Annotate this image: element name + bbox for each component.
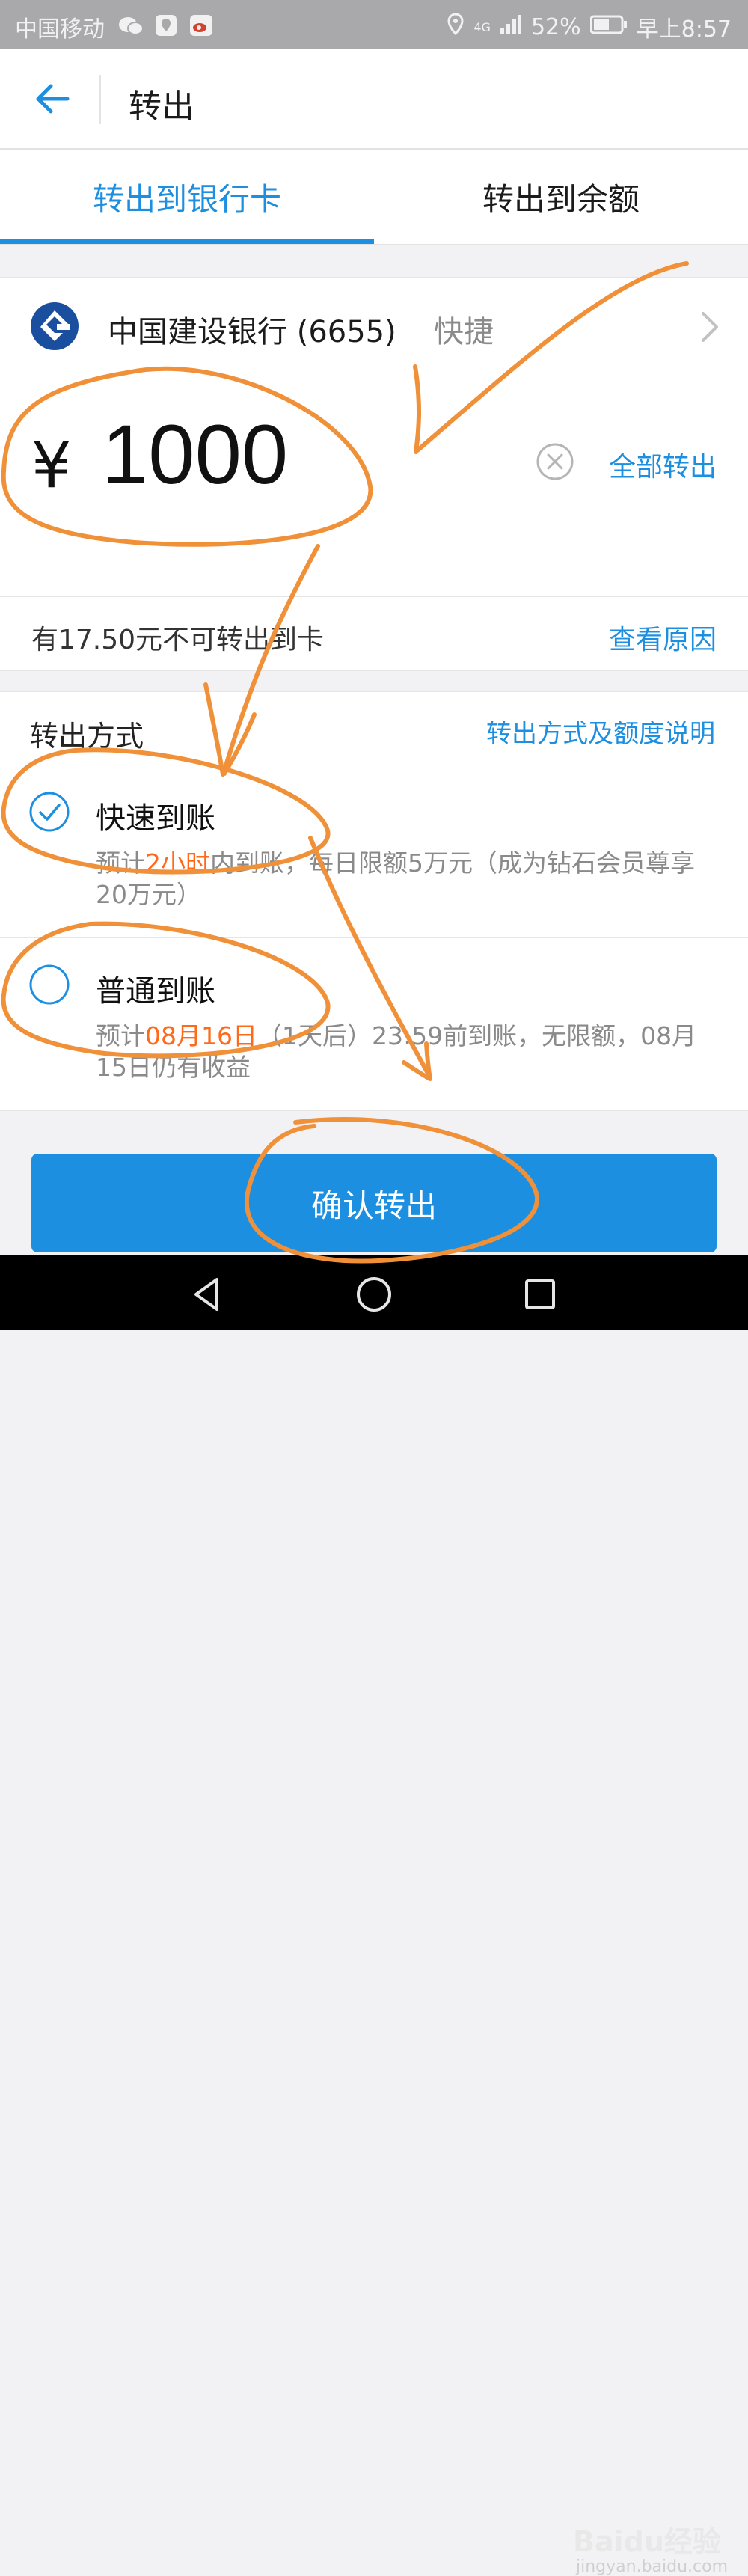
withdraw-all-link[interactable]: 全部转出	[609, 445, 717, 484]
transfer-method-header: 转出方式 转出方式及额度说明	[0, 691, 748, 766]
radio-checked-icon[interactable]	[28, 791, 70, 833]
battery-icon	[589, 14, 628, 40]
option-normal-arrival[interactable]: 普通到账 预计08月16日（1天后）23:59前到账，无限额，08月15日仍有收…	[0, 938, 748, 1111]
bank-name: 中国建设银行 (6655)	[108, 315, 396, 349]
tab-to-bank-card[interactable]: 转出到银行卡	[0, 150, 374, 244]
desc-highlight: 08月16日	[145, 1021, 257, 1050]
active-tab-indicator	[0, 239, 374, 244]
system-nav-bar: Baidu经验 jingyan.baidu.com	[0, 1255, 748, 2576]
confirm-transfer-button[interactable]: 确认转出	[31, 1154, 717, 1252]
battery-label: 52%	[530, 13, 581, 40]
bank-payment-tag: 快捷	[434, 315, 494, 349]
ccb-bank-logo-icon	[30, 302, 79, 351]
tab-to-balance[interactable]: 转出到余额	[374, 150, 748, 244]
back-arrow-icon	[36, 84, 70, 114]
page-title: 转出	[129, 88, 194, 126]
bank-card-selector[interactable]: 中国建设银行 (6655) 快捷	[0, 277, 748, 377]
nav-home-icon[interactable]	[352, 1272, 396, 1317]
desc-highlight: 2小时	[145, 848, 210, 878]
option-fast-arrival[interactable]: 快速到账 预计2小时内到账，每日限额5万元（成为钻石会员尊享20万元）	[0, 765, 748, 938]
back-button[interactable]	[22, 70, 82, 127]
clock-label: 早上8:57	[636, 16, 732, 43]
nav-recents-icon[interactable]	[518, 1272, 562, 1317]
option-description: 预计2小时内到账，每日限额5万元（成为钻石会员尊享20万元）	[96, 848, 724, 911]
notice-text: 有17.50元不可转出到卡	[31, 625, 325, 655]
chevron-right-icon	[700, 310, 720, 346]
map-app-icon	[155, 14, 177, 43]
tab-bar: 转出到银行卡 转出到余额	[0, 150, 748, 245]
signal-icon	[500, 13, 522, 40]
wechat-icon	[118, 16, 144, 43]
app-header: 转出	[0, 49, 748, 150]
option-title: 快速到账	[96, 801, 215, 836]
method-limit-explanation-link[interactable]: 转出方式及额度说明	[486, 713, 715, 750]
header-divider	[99, 75, 101, 124]
nav-back-icon[interactable]	[186, 1272, 230, 1317]
currency-symbol: ¥	[31, 429, 72, 502]
network-label: 4G	[473, 19, 491, 34]
weibo-icon	[189, 14, 213, 43]
radio-unchecked-icon[interactable]	[28, 964, 70, 1006]
view-reason-link[interactable]: 查看原因	[609, 618, 717, 657]
option-title: 普通到账	[96, 974, 215, 1009]
location-icon	[447, 13, 465, 41]
carrier-label: 中国移动	[15, 16, 105, 43]
desc-prefix: 预计	[96, 848, 145, 878]
method-section-title: 转出方式	[30, 720, 144, 753]
non-transferable-notice: 有17.50元不可转出到卡 查看原因	[0, 597, 748, 671]
desc-prefix: 预计	[96, 1021, 145, 1050]
status-bar: 中国移动 4G 52% 早上8:57	[0, 0, 748, 49]
option-description: 预计08月16日（1天后）23:59前到账，无限额，08月15日仍有收益	[96, 1021, 724, 1083]
clear-icon	[536, 443, 574, 480]
clear-amount-button[interactable]	[536, 442, 574, 481]
baidu-watermark-url: jingyan.baidu.com	[576, 2557, 729, 2576]
baidu-watermark: Baidu经验	[573, 2525, 721, 2558]
amount-input-area[interactable]: ¥ 1000 全部转出	[0, 376, 748, 597]
amount-input[interactable]: 1000	[102, 406, 288, 503]
